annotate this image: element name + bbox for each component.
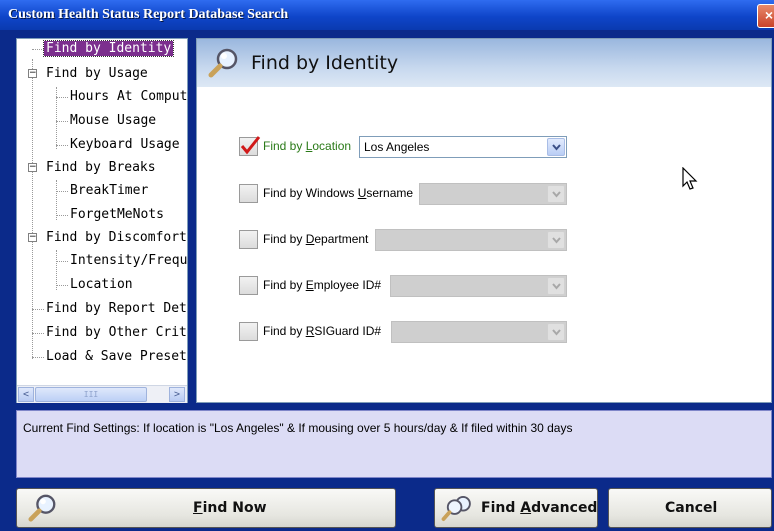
tree-item-find-by-report-details[interactable]: Find by Report Detai (44, 299, 187, 319)
checkmark-icon (240, 136, 261, 155)
scroll-thumb[interactable]: III (35, 387, 147, 402)
panel-title: Find by Identity (251, 52, 399, 74)
tree-item-load-save-presets[interactable]: Load & Save Presets (44, 347, 187, 367)
tree-item-intensity-frequency[interactable]: Intensity/Freque (68, 251, 187, 271)
magnifier-icon (28, 494, 56, 522)
mouse-pointer-icon (682, 167, 698, 190)
expander-usage[interactable]: − (28, 69, 37, 78)
chevron-down-icon[interactable] (547, 231, 565, 249)
window-title: Custom Health Status Report Database Sea… (8, 7, 289, 22)
find-now-label: Find Now (193, 500, 267, 516)
employee-id-dropdown[interactable] (390, 275, 567, 297)
tree-item-hours-at-computer[interactable]: Hours At Comput (68, 87, 187, 107)
rsiguard-id-label: Find by RSIGuard ID# (263, 324, 382, 338)
scroll-left-button[interactable]: < (18, 387, 34, 402)
search-panel: Find by Identity Find by Location Los An… (196, 38, 772, 403)
row-find-by-rsiguard-id: Find by RSIGuard ID# (239, 320, 569, 344)
find-advanced-button[interactable]: Find Advanced (434, 488, 598, 528)
find-advanced-label: Find Advanced (481, 500, 598, 516)
location-checkbox[interactable] (239, 136, 261, 156)
tree-horizontal-scrollbar[interactable]: < III > (17, 385, 187, 403)
row-find-by-windows-username: Find by Windows Username (239, 182, 569, 206)
tree-item-find-by-discomfort[interactable]: Find by Discomfort (44, 228, 187, 248)
location-dropdown-value: Los Angeles (364, 140, 430, 154)
windows-username-label: Find by Windows Username (263, 186, 414, 200)
employee-id-label: Find by Employee ID# (263, 278, 382, 292)
tree-item-find-by-usage[interactable]: Find by Usage (44, 64, 150, 84)
chevron-down-icon[interactable] (547, 323, 565, 341)
row-find-by-location: Find by Location Los Angeles (239, 135, 569, 159)
panel-header: Find by Identity (197, 39, 771, 87)
double-magnifier-icon (441, 496, 471, 521)
rsiguard-id-dropdown[interactable] (391, 321, 567, 343)
windows-username-checkbox[interactable] (239, 184, 258, 203)
chevron-down-icon[interactable] (547, 185, 565, 203)
employee-id-checkbox[interactable] (239, 276, 258, 295)
windows-username-dropdown[interactable] (419, 183, 567, 205)
chevron-down-icon[interactable] (547, 277, 565, 295)
department-checkbox[interactable] (239, 230, 258, 249)
tree-item-keyboard-usage[interactable]: Keyboard Usage (68, 135, 182, 155)
tree-item-forgetmenots[interactable]: ForgetMeNots (68, 205, 166, 225)
row-find-by-department: Find by Department (239, 228, 569, 252)
current-find-settings: Current Find Settings: If location is "L… (16, 410, 772, 478)
expander-discomfort[interactable]: − (28, 233, 37, 242)
current-find-settings-text: Current Find Settings: If location is "L… (23, 421, 573, 435)
magnifier-icon (208, 48, 238, 78)
row-find-by-employee-id: Find by Employee ID# (239, 274, 569, 298)
cancel-label: Cancel (665, 500, 718, 516)
category-tree: − − − Find by Identity Find by Usage Hou… (16, 38, 188, 403)
chevron-down-icon[interactable] (547, 138, 565, 156)
tree-item-find-by-identity[interactable]: Find by Identity (42, 39, 175, 59)
location-dropdown[interactable]: Los Angeles (359, 136, 567, 158)
rsiguard-id-checkbox[interactable] (239, 322, 258, 341)
location-label: Find by Location (263, 139, 352, 153)
title-bar: Custom Health Status Report Database Sea… (0, 0, 774, 30)
cancel-button[interactable]: Cancel (608, 488, 772, 528)
expander-breaks[interactable]: − (28, 163, 37, 172)
department-label: Find by Department (263, 232, 369, 246)
tree-item-mouse-usage[interactable]: Mouse Usage (68, 111, 158, 131)
close-button[interactable]: × (757, 4, 774, 28)
scroll-right-button[interactable]: > (169, 387, 185, 402)
find-now-button[interactable]: Find Now (16, 488, 396, 528)
tree-item-breaktimer[interactable]: BreakTimer (68, 181, 150, 201)
tree-item-find-by-breaks[interactable]: Find by Breaks (44, 158, 158, 178)
tree-item-location[interactable]: Location (68, 275, 135, 295)
department-dropdown[interactable] (375, 229, 567, 251)
tree-item-find-by-other-criteria[interactable]: Find by Other Criter (44, 323, 187, 343)
